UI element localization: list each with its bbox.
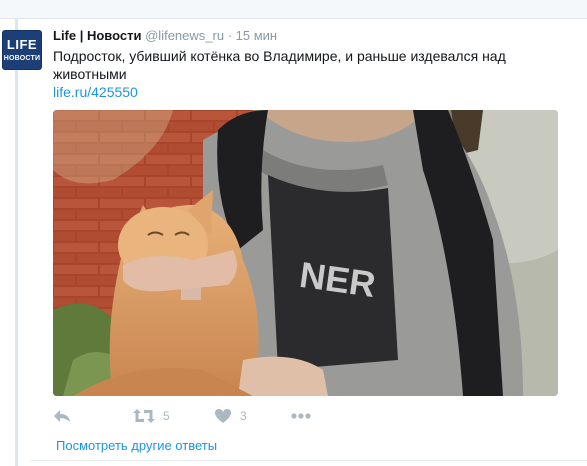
retweet-button[interactable]: 5 — [133, 405, 170, 427]
tweet-actions: 5 3 — [53, 405, 353, 427]
previous-tweet-strip — [0, 0, 587, 19]
like-count: 3 — [240, 409, 247, 423]
avatar-logo-text: LIFE — [6, 37, 38, 52]
conversation-thread-line — [15, 18, 18, 466]
reply-icon — [54, 410, 70, 422]
heart-icon — [215, 409, 231, 423]
photo-teen-holding-ginger-cat-icon: NER — [53, 110, 558, 396]
more-icon — [291, 413, 311, 419]
tweet-photo[interactable]: NER — [53, 110, 558, 396]
tweet-link[interactable]: life.ru/425550 — [53, 83, 138, 101]
show-more-replies-link[interactable]: Посмотреть другие ответы — [56, 438, 217, 454]
avatar[interactable]: LIFE НОВОСТИ — [2, 30, 42, 70]
avatar-logo-subtext: НОВОСТИ — [3, 55, 41, 62]
retweet-icon — [133, 409, 155, 423]
like-button[interactable]: 3 — [214, 405, 247, 427]
reply-button[interactable] — [53, 405, 71, 427]
tweet-timestamp[interactable]: 15 мин — [236, 28, 277, 43]
tweet-text: Подросток, убивший котёнка во Владимире,… — [53, 48, 506, 82]
more-button[interactable] — [291, 405, 311, 427]
retweet-count: 5 — [163, 409, 170, 423]
author-name[interactable]: Life | Новости — [53, 28, 141, 43]
bottom-divider — [30, 460, 587, 461]
header-separator: · — [227, 28, 233, 43]
tweet-header: Life | Новости @lifenews_ru · 15 мин — [53, 28, 277, 44]
author-handle[interactable]: @lifenews_ru — [145, 28, 224, 43]
